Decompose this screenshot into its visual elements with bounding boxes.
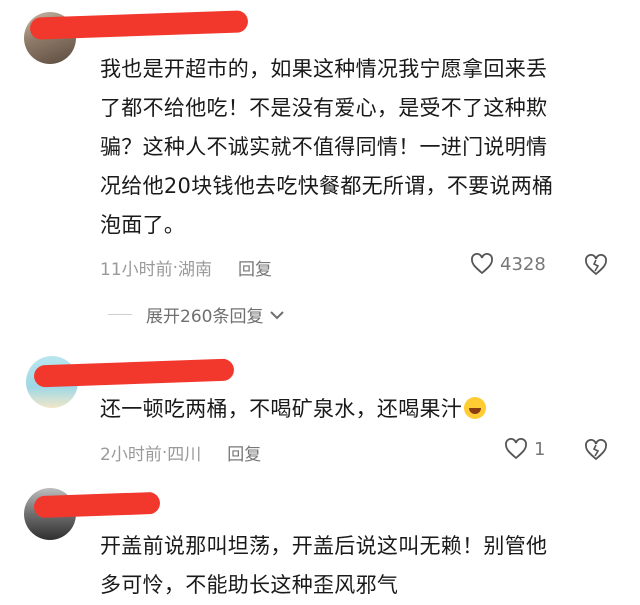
expand-replies[interactable]: 展开260条回复 [108,302,285,327]
divider-line [108,314,132,315]
heart-icon [471,253,493,275]
comment-text-line: 了都不给他吃！不是没有爱心，是受不了这种欺 [100,96,548,120]
comment-text: 我也是开超市的，如果这种情况我宁愿拿回来丢 了都不给他吃！不是没有爱心，是受不了… [100,50,620,245]
comment-text-line: 多可怜，不能助长这种歪风邪气 [100,573,399,597]
comment-text-line: 骗？这种人不诚实就不值得同情！一进门说明情 [100,135,548,159]
comment-time: 2小时前 [100,445,162,465]
expand-replies-label: 展开260条回复 [146,307,264,327]
username-redaction [33,491,161,519]
comment-meta: 2小时前 · 四川 回复 [100,440,261,466]
comment-text: 还一顿吃两桶，不喝矿泉水，还喝果汁 [100,390,620,429]
like-button[interactable]: 4328 [470,253,546,275]
dislike-button[interactable] [583,439,609,465]
comment-location: 四川 [167,445,202,465]
laughing-emoji-icon [464,397,487,419]
reply-button[interactable]: 回复 [227,440,261,465]
comment-text: 开盖前说那叫坦荡，开盖后说这叫无赖！别管他 多可怜，不能助长这种歪风邪气 [100,527,620,605]
chevron-down-icon [270,310,285,319]
comment-location: 湖南 [178,260,213,280]
like-count: 4328 [500,253,546,275]
dislike-button[interactable] [583,254,609,280]
like-count: 1 [534,438,546,460]
comment-meta: 11小时前 · 湖南 回复 [100,255,272,281]
comment-text-line: 开盖前说那叫坦荡，开盖后说这叫无赖！别管他 [100,534,548,558]
comment-time: 11小时前 [100,260,173,280]
broken-heart-icon [585,439,607,461]
heart-icon [505,438,527,460]
comment-text-line: 况给他20块钱他去吃快餐都无所谓，不要说两桶 [100,174,554,198]
broken-heart-icon [585,254,607,276]
comment-text-line: 我也是开超市的，如果这种情况我宁愿拿回来丢 [100,57,548,81]
reply-button[interactable]: 回复 [238,255,272,280]
comment-text-line: 泡面了。 [100,213,186,237]
comment-text-line: 还一顿吃两桶，不喝矿泉水，还喝果汁 [100,397,463,421]
like-button[interactable]: 1 [504,438,545,460]
